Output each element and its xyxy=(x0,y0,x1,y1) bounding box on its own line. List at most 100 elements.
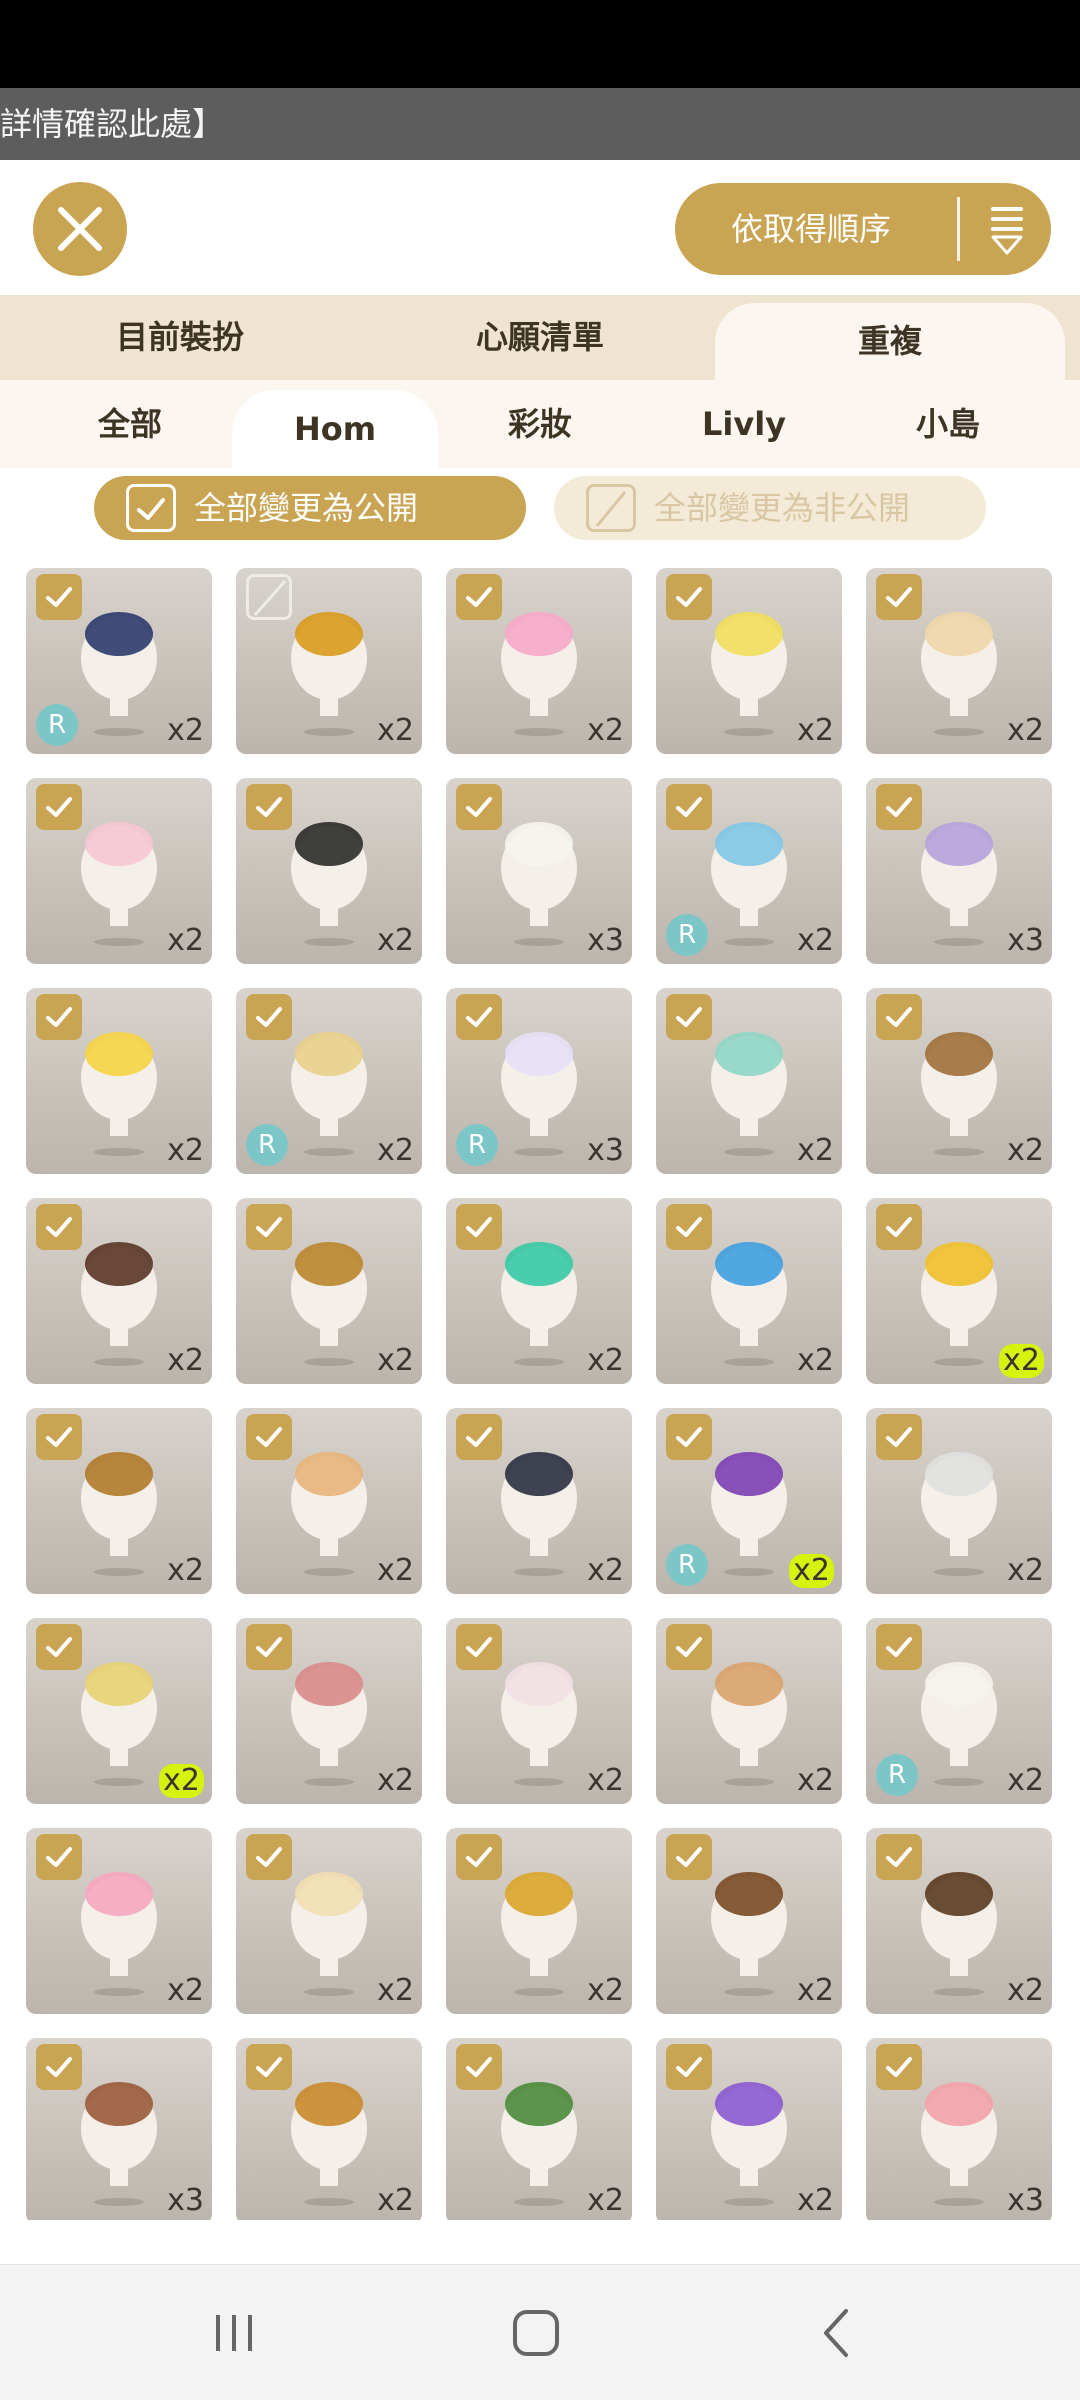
public-check-icon[interactable] xyxy=(876,1834,922,1880)
public-check-icon[interactable] xyxy=(666,2044,712,2090)
item-card[interactable]: x2 xyxy=(446,2038,632,2220)
public-check-icon[interactable] xyxy=(36,784,82,830)
item-card[interactable]: x2 xyxy=(446,1408,632,1594)
item-card[interactable]: x2 xyxy=(236,2038,422,2220)
item-card[interactable]: Rx2 xyxy=(656,1408,842,1594)
item-card[interactable]: x2 xyxy=(656,2038,842,2220)
public-check-icon[interactable] xyxy=(246,1414,292,1460)
item-card[interactable]: x2 xyxy=(446,1828,632,2014)
item-card[interactable]: x2 xyxy=(26,1198,212,1384)
public-check-icon[interactable] xyxy=(246,1834,292,1880)
public-check-icon[interactable] xyxy=(456,574,502,620)
item-card[interactable]: x2 xyxy=(866,1408,1052,1594)
item-card[interactable]: x2 xyxy=(236,1618,422,1804)
item-shadow xyxy=(304,938,354,946)
item-card[interactable]: x2 xyxy=(866,1198,1052,1384)
item-card[interactable]: x2 xyxy=(236,1828,422,2014)
tab-wishlist[interactable]: 心願清單 xyxy=(360,295,720,380)
close-button[interactable] xyxy=(33,182,127,276)
set-all-public-button[interactable]: 全部變更為公開 xyxy=(94,476,526,540)
tab-duplicates[interactable]: 重複 xyxy=(715,303,1065,380)
item-card[interactable]: Rx2 xyxy=(26,568,212,754)
item-card[interactable]: x3 xyxy=(866,2038,1052,2220)
public-check-icon[interactable] xyxy=(666,1834,712,1880)
public-check-icon[interactable] xyxy=(666,994,712,1040)
item-card[interactable]: x2 xyxy=(656,1198,842,1384)
public-check-icon[interactable] xyxy=(36,574,82,620)
public-check-icon[interactable] xyxy=(666,1624,712,1670)
item-card[interactable]: x2 xyxy=(656,1618,842,1804)
public-check-icon[interactable] xyxy=(456,994,502,1040)
item-count: x2 xyxy=(377,713,414,748)
item-card[interactable]: x2 xyxy=(446,1198,632,1384)
public-check-icon[interactable] xyxy=(876,2044,922,2090)
item-card[interactable]: x2 xyxy=(236,1198,422,1384)
public-check-icon[interactable] xyxy=(666,784,712,830)
public-check-icon[interactable] xyxy=(456,1624,502,1670)
item-card[interactable]: x2 xyxy=(656,568,842,754)
tab-current-outfit[interactable]: 目前裝扮 xyxy=(0,295,360,380)
public-check-icon[interactable] xyxy=(876,1624,922,1670)
item-count: x2 xyxy=(377,1133,414,1168)
item-card[interactable]: x3 xyxy=(446,778,632,964)
item-card[interactable]: Rx2 xyxy=(236,988,422,1174)
item-card[interactable]: x2 xyxy=(866,1828,1052,2014)
item-card[interactable]: x2 xyxy=(236,568,422,754)
recent-apps-icon[interactable] xyxy=(198,2297,270,2369)
home-icon[interactable] xyxy=(500,2297,572,2369)
public-check-icon[interactable] xyxy=(246,2044,292,2090)
item-card[interactable]: x2 xyxy=(26,778,212,964)
public-check-icon[interactable] xyxy=(246,1624,292,1670)
item-card[interactable]: x2 xyxy=(866,988,1052,1174)
item-card[interactable]: x2 xyxy=(446,568,632,754)
item-card[interactable]: x2 xyxy=(26,988,212,1174)
item-card[interactable]: x2 xyxy=(446,1618,632,1804)
public-check-icon[interactable] xyxy=(666,1414,712,1460)
public-check-icon[interactable] xyxy=(36,2044,82,2090)
item-card[interactable]: Rx2 xyxy=(866,1618,1052,1804)
public-check-icon[interactable] xyxy=(36,1204,82,1250)
item-card[interactable]: x3 xyxy=(866,778,1052,964)
notice-banner[interactable]: 詳情確認此處】 xyxy=(0,88,1080,160)
back-icon[interactable] xyxy=(802,2297,874,2369)
subtab-hom[interactable]: Hom xyxy=(232,390,438,468)
item-card[interactable]: x2 xyxy=(656,988,842,1174)
item-card[interactable]: Rx2 xyxy=(656,778,842,964)
item-card[interactable]: x2 xyxy=(656,1828,842,2014)
item-shadow xyxy=(724,1358,774,1366)
sort-order-button[interactable]: 依取得順序 xyxy=(675,183,1051,275)
public-check-icon[interactable] xyxy=(456,784,502,830)
public-check-icon[interactable] xyxy=(246,1204,292,1250)
item-card[interactable]: x2 xyxy=(866,568,1052,754)
item-card[interactable]: x3 xyxy=(26,2038,212,2220)
public-check-icon[interactable] xyxy=(876,784,922,830)
public-check-icon[interactable] xyxy=(36,994,82,1040)
item-card[interactable]: x2 xyxy=(236,1408,422,1594)
public-check-icon[interactable] xyxy=(666,1204,712,1250)
item-card[interactable]: x2 xyxy=(26,1828,212,2014)
public-check-icon[interactable] xyxy=(246,784,292,830)
public-check-icon[interactable] xyxy=(876,1414,922,1460)
subtab-island[interactable]: 小島 xyxy=(848,380,1048,468)
public-check-icon[interactable] xyxy=(666,574,712,620)
item-card[interactable]: x2 xyxy=(236,778,422,964)
public-check-icon[interactable] xyxy=(876,574,922,620)
public-check-icon[interactable] xyxy=(876,1204,922,1250)
subtab-livly[interactable]: Livly xyxy=(644,380,844,468)
item-card[interactable]: x2 xyxy=(26,1408,212,1594)
public-check-icon[interactable] xyxy=(36,1834,82,1880)
public-check-icon[interactable] xyxy=(456,1204,502,1250)
public-check-icon[interactable] xyxy=(456,1414,502,1460)
private-slash-icon[interactable] xyxy=(246,574,292,620)
public-check-icon[interactable] xyxy=(456,1834,502,1880)
public-check-icon[interactable] xyxy=(36,1624,82,1670)
public-check-icon[interactable] xyxy=(36,1414,82,1460)
public-check-icon[interactable] xyxy=(876,994,922,1040)
subtab-all[interactable]: 全部 xyxy=(30,380,230,468)
subtab-makeup[interactable]: 彩妝 xyxy=(440,380,640,468)
public-check-icon[interactable] xyxy=(456,2044,502,2090)
item-card[interactable]: Rx3 xyxy=(446,988,632,1174)
item-card[interactable]: x2 xyxy=(26,1618,212,1804)
public-check-icon[interactable] xyxy=(246,994,292,1040)
set-all-private-button[interactable]: 全部變更為非公開 xyxy=(554,476,986,540)
